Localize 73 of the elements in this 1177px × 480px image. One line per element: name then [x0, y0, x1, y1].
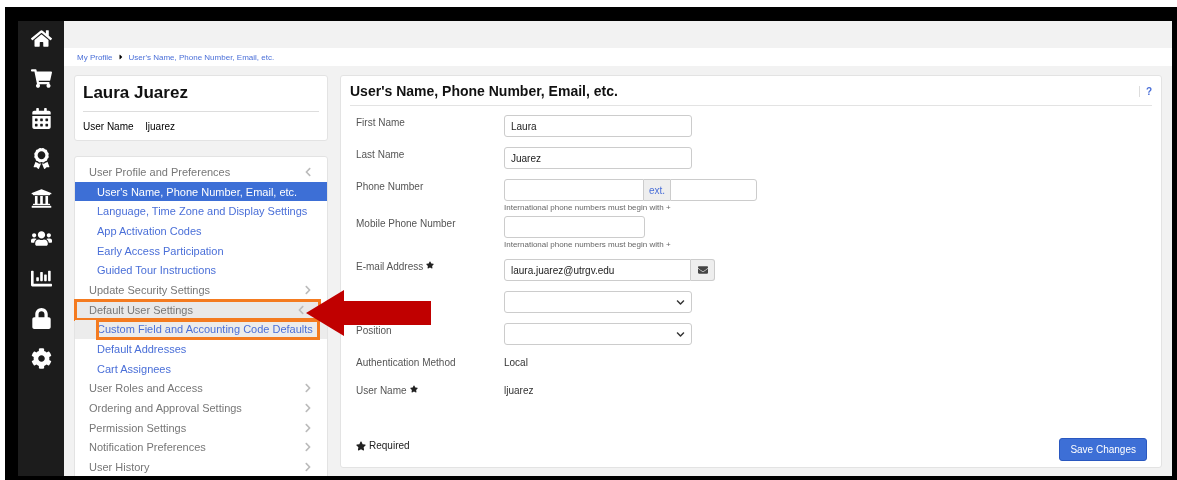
text-field[interactable]: Juarez	[504, 147, 692, 169]
ext-label: ext.	[644, 179, 671, 201]
field-label: Authentication Method	[356, 357, 456, 370]
menu-group[interactable]: User Roles and Access	[75, 378, 327, 399]
field-label: Position	[356, 325, 392, 338]
chevron-right-icon	[303, 462, 313, 473]
menu-item[interactable]: Default Addresses	[75, 339, 327, 359]
chevron-right-icon	[303, 422, 313, 433]
text-field[interactable]	[504, 216, 645, 238]
breadcrumb-link[interactable]: My Profile	[77, 52, 113, 62]
user-name-label: User Name	[83, 121, 134, 132]
menu-item[interactable]: Early Access Participation	[75, 240, 327, 261]
menu-group[interactable]: User History	[75, 457, 327, 476]
field-label: E-mail Address	[356, 261, 424, 274]
chevron-right-icon	[303, 442, 313, 453]
envelope-icon[interactable]	[691, 259, 715, 281]
chevron-down-icon	[676, 297, 685, 307]
menu-group[interactable]: Permission Settings	[75, 417, 327, 438]
help-link[interactable]: ?	[1138, 85, 1152, 97]
menu-item[interactable]: Cart Assignees	[75, 358, 327, 379]
settings-icon[interactable]	[30, 348, 52, 369]
panel-title: User's Name, Phone Number, Email, etc.	[350, 83, 618, 99]
star-icon	[356, 440, 366, 451]
field-label: Mobile Phone Number	[356, 218, 456, 231]
menu-group-label: User History	[89, 461, 150, 474]
star-icon	[426, 261, 435, 269]
chevron-right-icon	[303, 403, 313, 414]
calendar-icon[interactable]	[30, 108, 52, 129]
menu-item[interactable]: Guided Tour Instructions	[75, 260, 327, 281]
hint-text: International phone numbers must begin with +	[504, 240, 672, 249]
home-icon[interactable]	[30, 28, 52, 49]
cart-icon[interactable]	[30, 68, 52, 89]
text-field[interactable]: Laura	[504, 115, 692, 137]
menu-item[interactable]: Language, Time Zone and Display Settings	[75, 201, 327, 222]
menu-group[interactable]: User Profile and Preferences	[75, 162, 327, 182]
email-field[interactable]: laura.juarez@utrgv.edu	[504, 259, 691, 281]
menu-group[interactable]: Update Security Settings	[75, 280, 327, 300]
menu-group-label: User Profile and Preferences	[89, 165, 231, 178]
chevron-down-icon	[676, 329, 685, 339]
field-value: ljuarez	[504, 384, 535, 398]
menu-group-label: Update Security Settings	[89, 283, 211, 296]
extension-field[interactable]	[670, 179, 758, 201]
menu-group-label: User Roles and Access	[89, 382, 203, 395]
user-full-name: Laura Juarez	[83, 83, 319, 112]
lock-icon[interactable]	[30, 308, 52, 329]
breadcrumb-link[interactable]: User's Name, Phone Number, Email, etc.	[128, 52, 275, 62]
field-label: First Name	[356, 117, 405, 130]
menu-group-label: Notification Preferences	[89, 441, 206, 454]
chevron-right-icon	[303, 284, 313, 295]
menu-item[interactable]: App Activation Codes	[75, 221, 327, 241]
chevron-right-icon	[303, 383, 313, 394]
menu-group-label: Permission Settings	[89, 421, 187, 434]
save-button[interactable]: Save Changes	[1059, 438, 1147, 461]
menu-group[interactable]: Notification Preferences	[75, 437, 327, 458]
field-label: User Name	[356, 385, 407, 398]
phone-field[interactable]	[504, 179, 644, 201]
menu-group-label: Default User Settings	[89, 303, 193, 316]
field-value: Local	[504, 356, 529, 370]
chevron-left-icon	[303, 166, 313, 177]
menu-group[interactable]: Default User Settings	[75, 299, 320, 320]
star-icon	[409, 385, 418, 393]
bank-icon[interactable]	[30, 188, 52, 209]
field-label: Last Name	[356, 149, 405, 162]
menu-group[interactable]: Ordering and Approval Settings	[75, 398, 327, 418]
chevron-left-icon	[296, 304, 306, 315]
menu-group-label: Ordering and Approval Settings	[89, 402, 242, 415]
field-label: Phone Number	[356, 181, 424, 194]
menu-item[interactable]: User's Name, Phone Number, Email, etc.	[75, 181, 327, 202]
user-name-value: ljuarez	[145, 121, 176, 132]
hint-text: International phone numbers must begin with +	[504, 203, 672, 212]
bar-chart-icon[interactable]	[30, 268, 52, 289]
users-icon[interactable]	[30, 228, 52, 249]
required-note: Required	[369, 440, 410, 451]
